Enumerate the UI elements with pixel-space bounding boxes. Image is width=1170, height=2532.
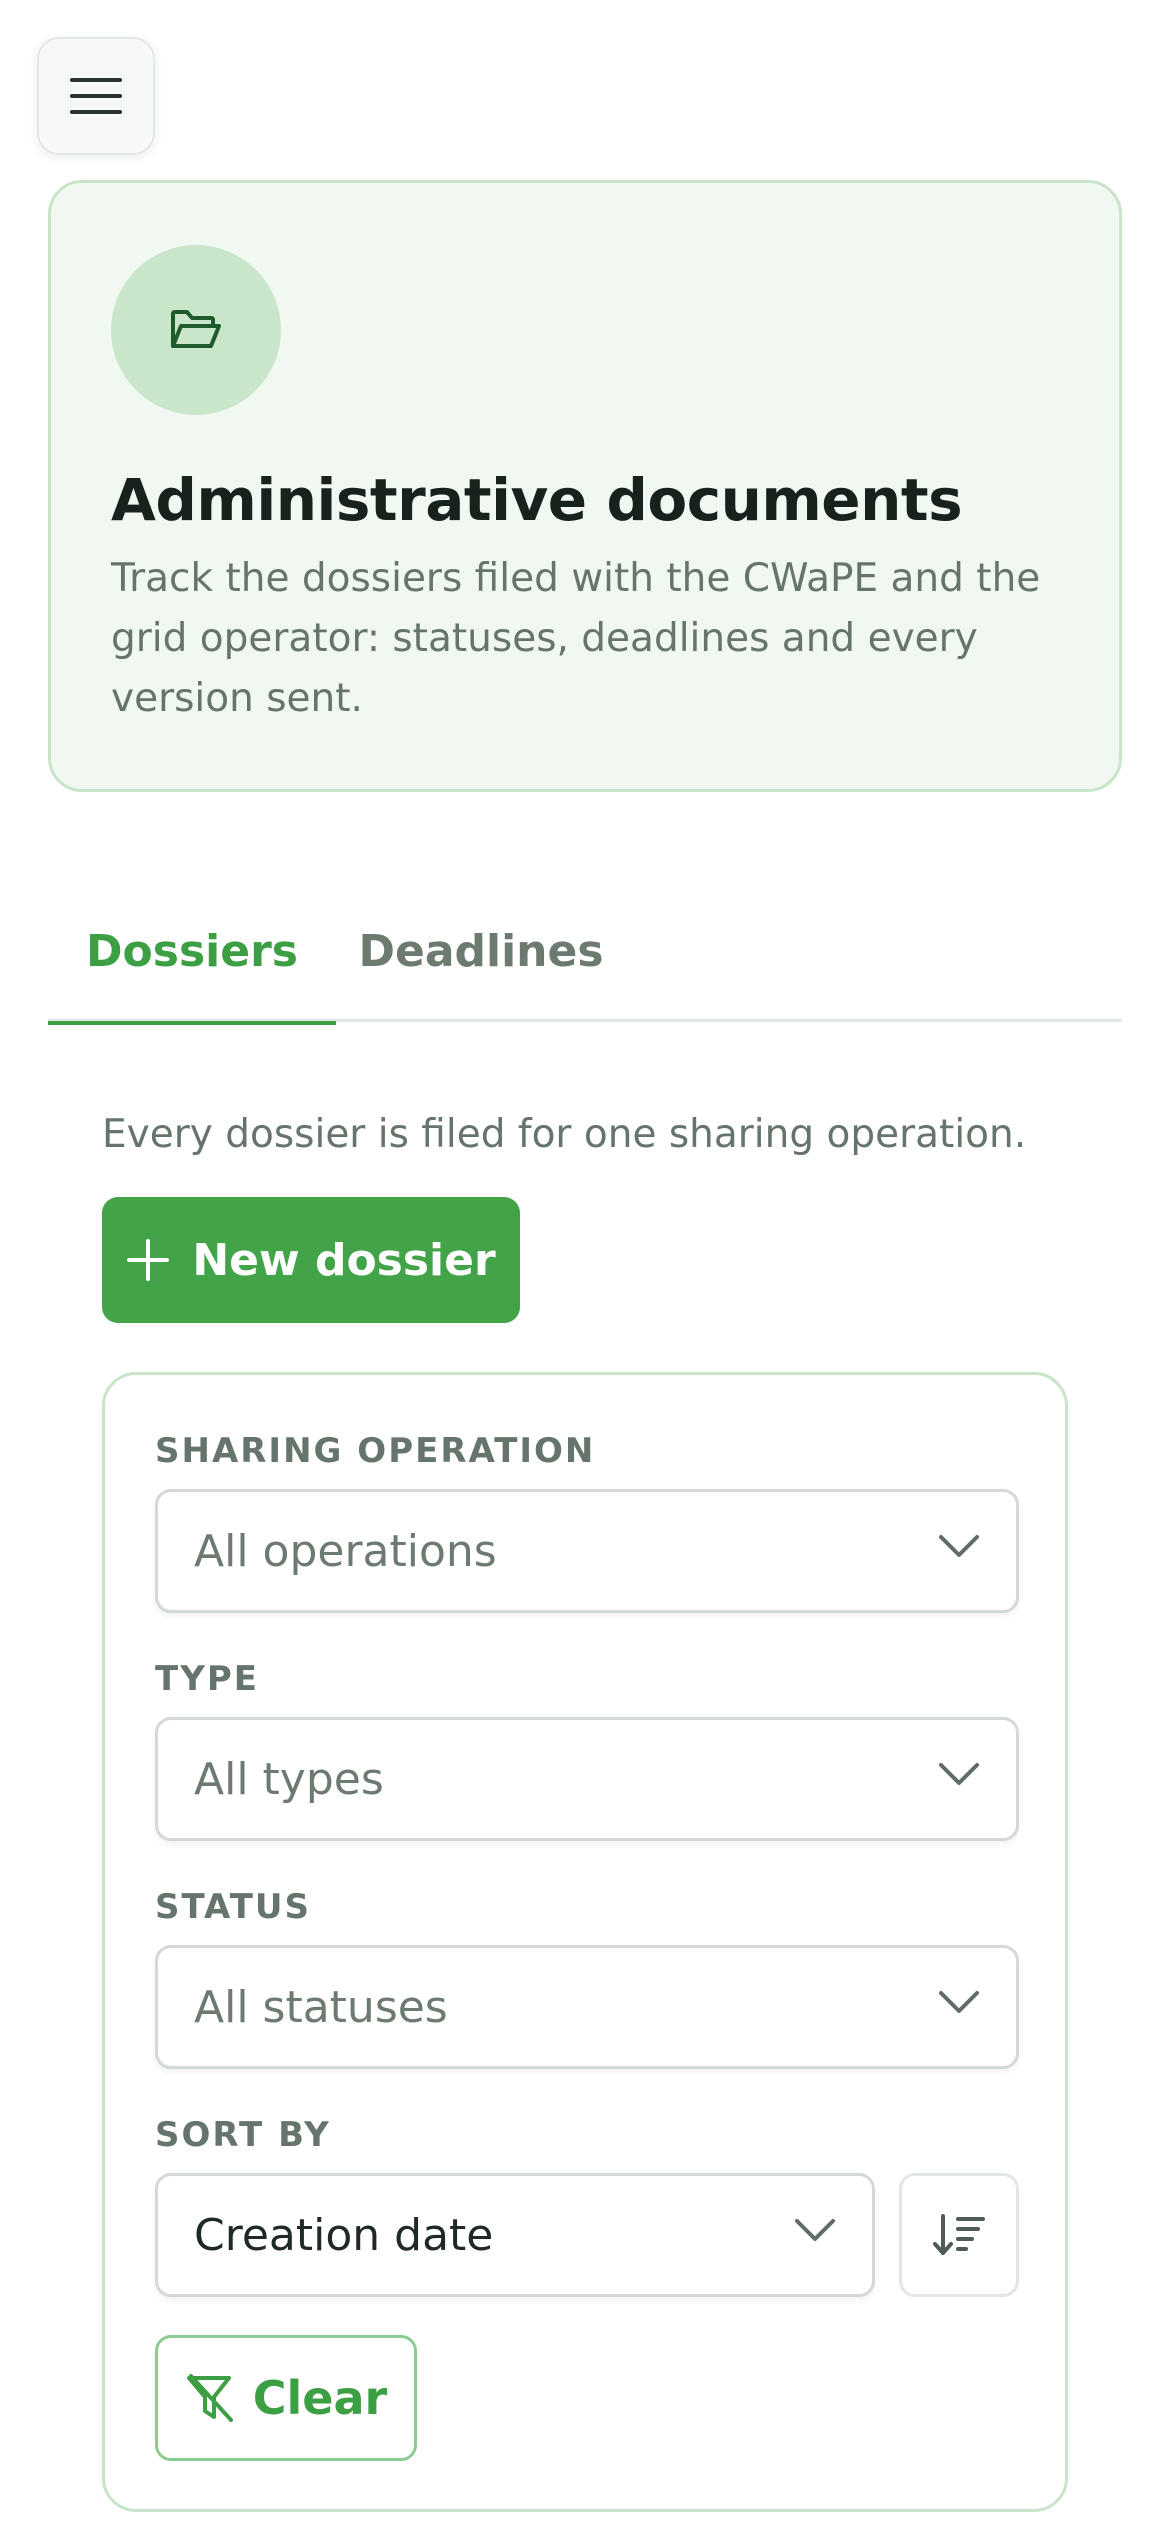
sort-by-value: Creation date	[194, 2209, 494, 2261]
sharing-operation-select[interactable]: All operations	[155, 1489, 1019, 1613]
new-dossier-label: New dossier	[192, 1234, 496, 1286]
tab-bar: Dossiers Deadlines	[48, 880, 1122, 1025]
status-value: All statuses	[194, 1981, 448, 2033]
sort-by-select[interactable]: Creation date	[155, 2173, 875, 2297]
type-value: All types	[194, 1753, 384, 1805]
status-select[interactable]: All statuses	[155, 1945, 1019, 2069]
type-label: TYPE	[155, 1659, 259, 1699]
sharing-operation-label: SHARING OPERATION	[155, 1431, 596, 1471]
chevron-down-icon	[939, 1763, 979, 1785]
chevron-down-icon	[795, 2219, 835, 2241]
hero-icon-badge	[111, 245, 281, 415]
clear-filters-label: Clear	[252, 2371, 388, 2425]
page-description: Track the dossiers filed with the CWaPE …	[111, 556, 1041, 721]
chevron-down-icon	[939, 1535, 979, 1557]
dossiers-helper-text: Every dossier is filed for one sharing o…	[102, 1112, 1027, 1157]
new-dossier-button[interactable]: New dossier	[102, 1197, 520, 1323]
sort-by-label: SORT BY	[155, 2115, 331, 2155]
plus-icon	[127, 1239, 170, 1281]
tab-deadlines[interactable]: Deadlines	[336, 880, 626, 1022]
type-select[interactable]: All types	[155, 1717, 1019, 1841]
sharing-operation-value: All operations	[194, 1525, 497, 1577]
page-title: Administrative documents	[111, 466, 963, 534]
tab-dossiers[interactable]: Dossiers	[48, 880, 336, 1025]
menu-button[interactable]	[37, 37, 155, 155]
sort-direction-button[interactable]	[899, 2173, 1019, 2297]
sort-descending-icon	[933, 2214, 985, 2255]
filter-clear-icon	[186, 2374, 233, 2422]
clear-filters-button[interactable]: Clear	[155, 2335, 417, 2461]
chevron-down-icon	[939, 1991, 979, 2013]
folder-open-icon	[171, 310, 221, 348]
page-header-card: Administrative documents Track the dossi…	[48, 180, 1122, 792]
hamburger-menu-icon	[70, 78, 122, 114]
status-label: STATUS	[155, 1887, 312, 1927]
filters-panel: SHARING OPERATION All operations TYPE Al…	[102, 1372, 1068, 2512]
